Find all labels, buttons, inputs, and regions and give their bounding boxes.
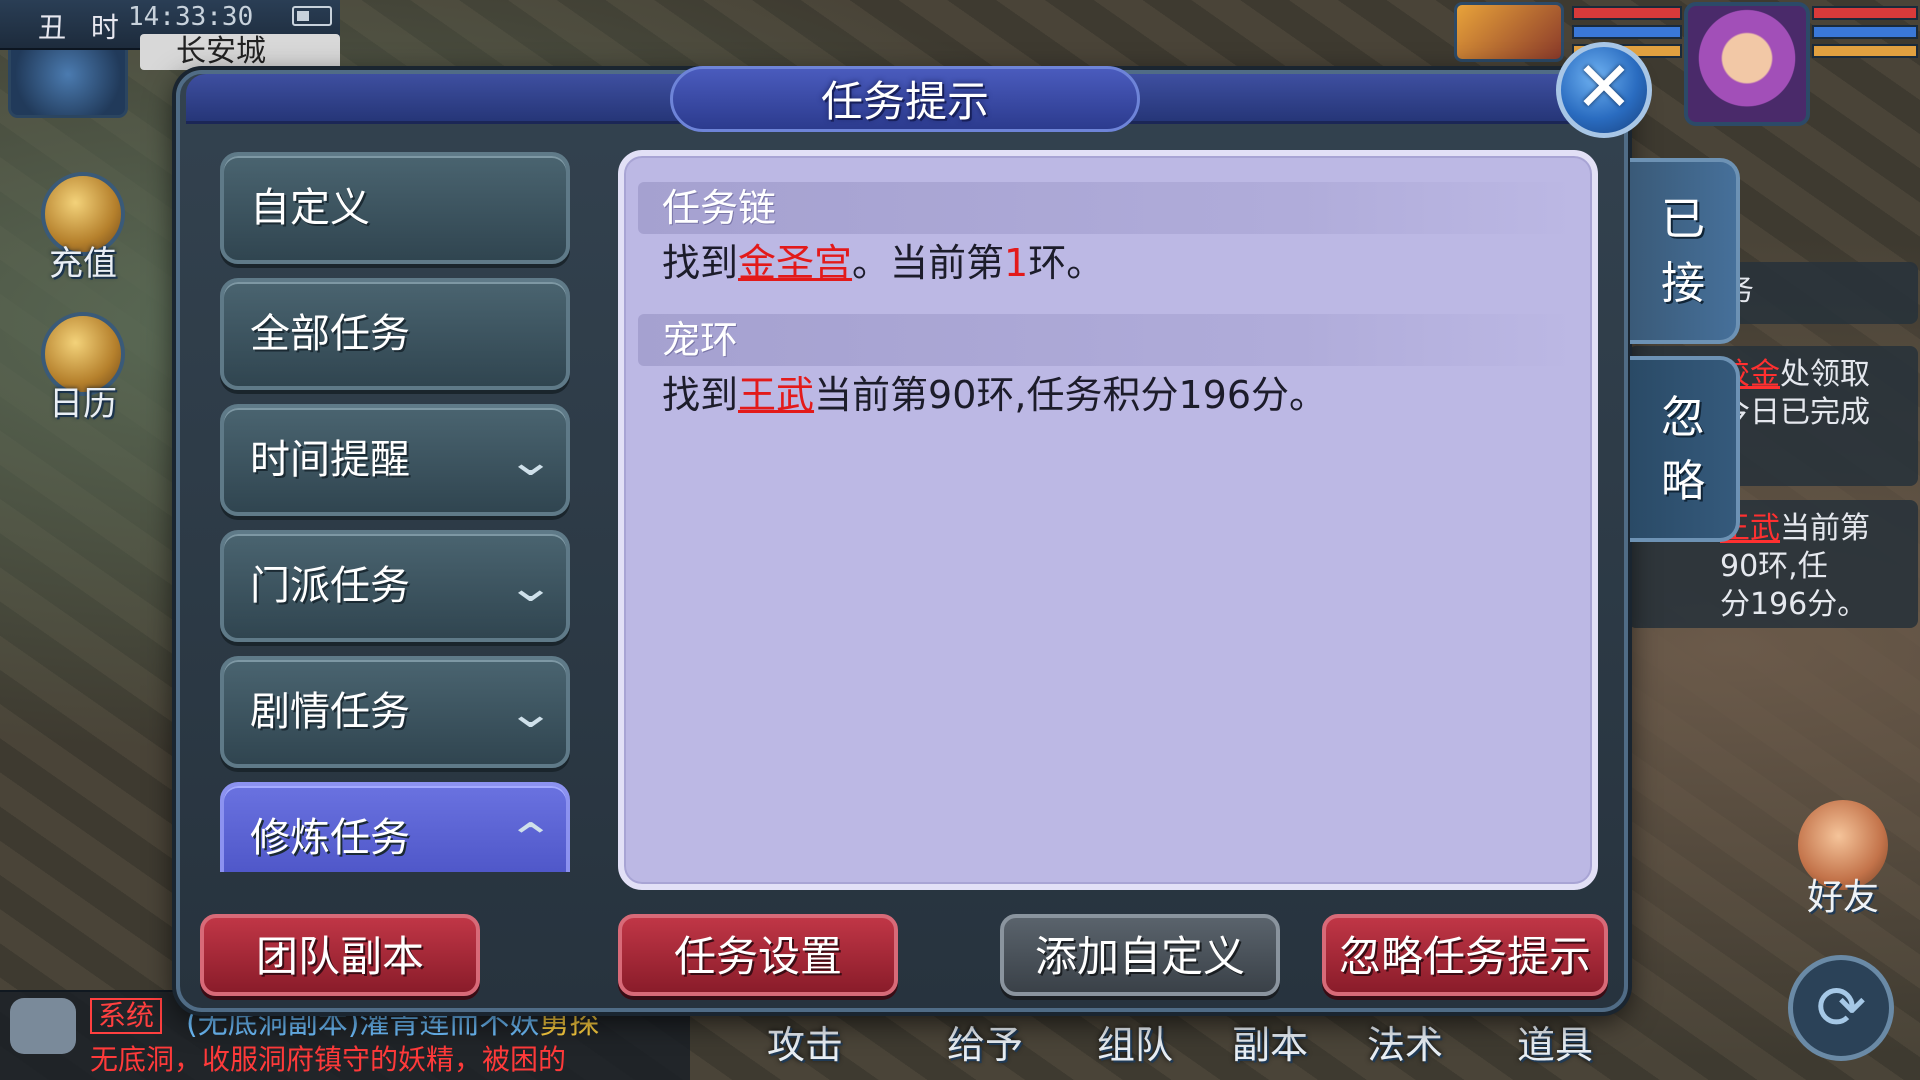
player-portrait[interactable]: [1684, 2, 1810, 126]
chat-bubble-icon[interactable]: [10, 998, 76, 1054]
quest-section-chain: 任务链 找到金圣宫。当前第1环。: [638, 182, 1578, 292]
clock: 14:33:30: [128, 2, 254, 32]
menu-item-label: 修炼任务: [250, 815, 410, 861]
menu-item-custom[interactable]: 自定义: [220, 152, 570, 264]
city-name[interactable]: 长安城: [140, 34, 340, 70]
tracker-entry-2-line2: 分196分。: [1720, 587, 1868, 622]
items-button[interactable]: 道具: [1480, 1010, 1630, 1080]
pet-portrait[interactable]: [1454, 2, 1564, 62]
quest-text: 当前第90环,任务积分196分。: [814, 373, 1327, 417]
dialog-title: 任务提示: [670, 66, 1140, 132]
tab-accepted[interactable]: 已 接: [1630, 158, 1740, 344]
chat-channel-tag: 系统: [90, 998, 163, 1034]
chevron-down-icon: ⌄: [505, 436, 556, 485]
team-button[interactable]: 组队: [1060, 1010, 1210, 1080]
quest-hint-dialog: 任务提示 ✕ 自定义 全部任务 时间提醒 ⌄ 门派任务 ⌄ 剧情任务 ⌄ 修炼任…: [176, 42, 1740, 1012]
team-dungeon-button[interactable]: 团队副本: [200, 914, 480, 996]
player-status-bars: [1812, 6, 1918, 68]
battery-icon: [292, 6, 332, 26]
shichen-label: 丑 时: [38, 11, 127, 44]
menu-item-label: 时间提醒: [250, 437, 410, 483]
chevron-down-icon: ⌄: [505, 562, 556, 611]
quest-text: 环。: [1028, 241, 1105, 285]
attack-button[interactable]: 攻击: [700, 1010, 910, 1080]
recharge-label: 充值: [49, 244, 117, 284]
menu-item-story-quests[interactable]: 剧情任务 ⌄: [220, 656, 570, 768]
tracker-entry-2-line1: 王武当前第90环,任: [1720, 510, 1902, 586]
close-button[interactable]: ✕: [1556, 42, 1652, 138]
refresh-icon: ⟳: [1815, 973, 1867, 1043]
calendar-label: 日历: [49, 384, 117, 424]
menu-item-label: 门派任务: [250, 563, 410, 609]
close-icon: ✕: [1574, 46, 1634, 128]
tracker-entry-1-line1: 皎金处领取: [1720, 356, 1902, 394]
menu-item-label: 剧情任务: [250, 689, 410, 735]
menu-item-sect-quests[interactable]: 门派任务 ⌄: [220, 530, 570, 642]
menu-item-time-reminder[interactable]: 时间提醒 ⌄: [220, 404, 570, 516]
npc-link[interactable]: 王武: [738, 373, 814, 417]
quest-section-header: 宠环: [638, 314, 1578, 366]
quest-text: 。当前第: [852, 241, 1005, 285]
quest-text: 找到: [662, 241, 739, 285]
chevron-up-icon: ⌃: [505, 814, 556, 863]
quest-description: 找到金圣宫。当前第1环。: [638, 234, 1578, 292]
tab-ignored[interactable]: 忽 略: [1630, 356, 1740, 542]
quest-text: 找到: [662, 373, 739, 417]
menu-item-label: 全部任务: [250, 311, 410, 357]
quest-section-header: 任务链: [638, 182, 1578, 234]
npc-link[interactable]: 金圣宫: [738, 241, 852, 285]
quest-settings-button[interactable]: 任务设置: [618, 914, 898, 996]
dungeon-button[interactable]: 副本: [1210, 1010, 1330, 1080]
tracker-entry-1-line2: 今日已完成: [1720, 395, 1870, 430]
chevron-down-icon: ⌄: [505, 688, 556, 737]
friends-label: 好友: [1806, 877, 1879, 918]
quest-content-panel: 任务链 找到金圣宫。当前第1环。 宠环 找到王武当前第90环,任务积分196分。: [618, 150, 1598, 890]
action-bar: 攻击 给予 组队 副本 法术 道具: [700, 1010, 1780, 1080]
quest-section-pet-ring: 宠环 找到王武当前第90环,任务积分196分。: [638, 314, 1578, 424]
menu-item-cultivation-quests[interactable]: 修炼任务 ⌃: [220, 782, 570, 872]
recharge-button[interactable]: 充值: [28, 172, 138, 285]
friends-button[interactable]: 好友: [1788, 800, 1898, 920]
ignore-quest-hints-button[interactable]: 忽略任务提示: [1322, 914, 1608, 996]
menu-item-label: 自定义: [250, 185, 370, 231]
chat-line-2: 无底洞，收服洞府镇守的妖精，被困的: [90, 1043, 567, 1076]
quest-description: 找到王武当前第90环,任务积分196分。: [638, 366, 1578, 424]
calendar-button[interactable]: 日历: [28, 312, 138, 425]
quest-ring-number: 1: [1004, 241, 1029, 285]
spell-button[interactable]: 法术: [1330, 1010, 1480, 1080]
tracker-entry-1-rest: 处领取: [1780, 357, 1870, 392]
refresh-button[interactable]: ⟳: [1788, 955, 1894, 1061]
menu-item-all-quests[interactable]: 全部任务: [220, 278, 570, 390]
quest-category-menu: 自定义 全部任务 时间提醒 ⌄ 门派任务 ⌄ 剧情任务 ⌄ 修炼任务 ⌃: [220, 152, 570, 872]
give-button[interactable]: 给予: [910, 1010, 1060, 1080]
add-custom-button[interactable]: 添加自定义: [1000, 914, 1280, 996]
